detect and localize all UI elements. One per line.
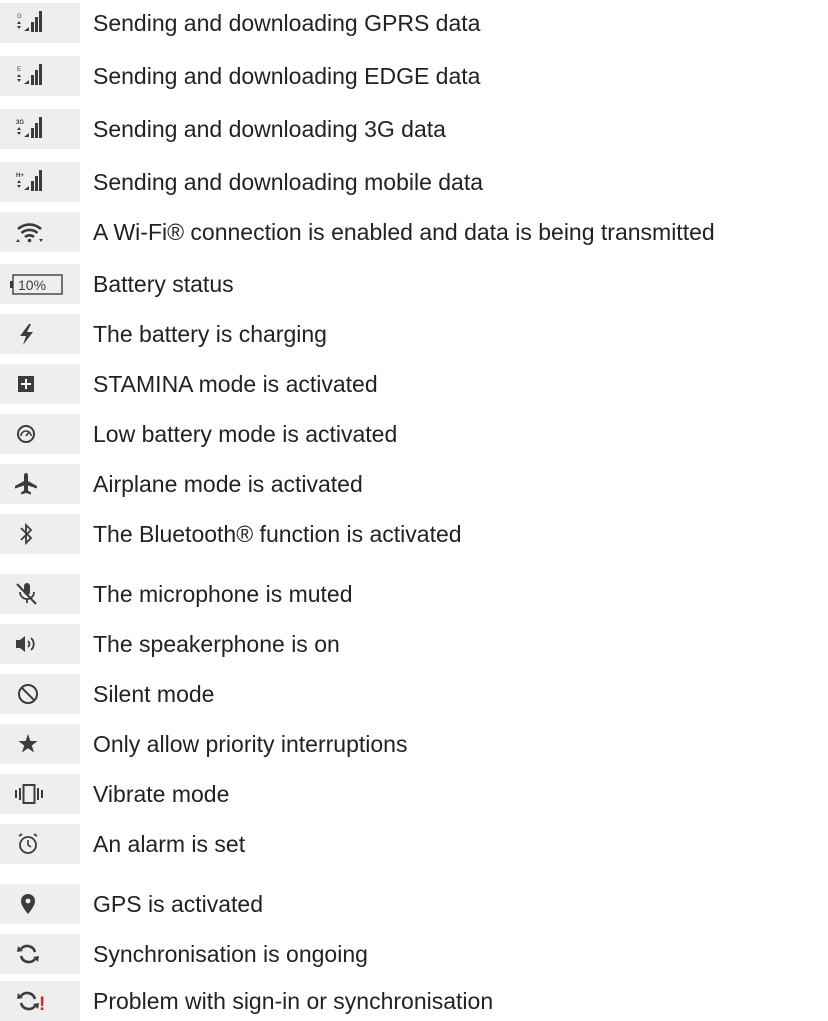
- gprs-signal-icon: G: [0, 3, 80, 43]
- list-item-label: Only allow priority interruptions: [93, 731, 408, 757]
- bluetooth-icon: [0, 514, 80, 554]
- list-item-label: Vibrate mode: [93, 781, 230, 807]
- list-item-label: Low battery mode is activated: [93, 421, 398, 447]
- list-item: The battery is charging: [0, 314, 828, 354]
- silent-mode-icon: [0, 674, 80, 714]
- list-item-label: The Bluetooth® function is activated: [93, 521, 462, 547]
- list-item-label: The speakerphone is on: [93, 631, 340, 657]
- list-item-label: Problem with sign-in or synchronisation: [93, 988, 494, 1014]
- list-item-label: Sending and downloading GPRS data: [93, 10, 481, 36]
- sync-icon: [0, 934, 80, 974]
- stamina-plus-icon: [0, 364, 80, 404]
- list-item: 10% Battery status: [0, 264, 828, 304]
- list-item: G Sending and downloading GPRS data: [0, 3, 828, 43]
- list-item: Only allow priority interruptions: [0, 724, 828, 764]
- list-item: GPS is activated: [0, 884, 828, 924]
- svg-text:H+: H+: [16, 173, 24, 179]
- list-item: Vibrate mode: [0, 774, 828, 814]
- list-item-label: The battery is charging: [93, 321, 327, 347]
- list-item: The microphone is muted: [0, 574, 828, 614]
- svg-text:10%: 10%: [18, 277, 46, 293]
- speakerphone-icon: [0, 624, 80, 664]
- vibrate-icon: [0, 774, 80, 814]
- list-item-label: Battery status: [93, 271, 234, 297]
- list-item: A Wi-Fi® connection is enabled and data …: [0, 212, 828, 252]
- wifi-data-icon: [0, 212, 80, 252]
- edge-signal-icon: E: [0, 56, 80, 96]
- alarm-clock-icon: [0, 824, 80, 864]
- list-item: Silent mode: [0, 674, 828, 714]
- list-item-label: The microphone is muted: [93, 581, 353, 607]
- list-item-label: Sending and downloading EDGE data: [93, 63, 481, 89]
- charging-bolt-icon: [0, 314, 80, 354]
- hplus-signal-icon: H+: [0, 162, 80, 202]
- 3g-signal-icon: 3G: [0, 109, 80, 149]
- airplane-icon: [0, 464, 80, 504]
- svg-text:3G: 3G: [16, 120, 24, 126]
- list-item: Low battery mode is activated: [0, 414, 828, 454]
- list-item: 3G Sending and downloading 3G data: [0, 109, 828, 149]
- list-item-label: Sending and downloading 3G data: [93, 116, 446, 142]
- sync-problem-icon: !: [0, 981, 80, 1021]
- list-item-label: STAMINA mode is activated: [93, 371, 378, 397]
- list-item: The speakerphone is on: [0, 624, 828, 664]
- list-item-label: Airplane mode is activated: [93, 471, 363, 497]
- svg-text:!: !: [39, 994, 45, 1015]
- microphone-muted-icon: [0, 574, 80, 614]
- list-item: ! Problem with sign-in or synchronisatio…: [0, 981, 828, 1021]
- list-item-label: Synchronisation is ongoing: [93, 941, 368, 967]
- list-item: Airplane mode is activated: [0, 464, 828, 504]
- list-item: Synchronisation is ongoing: [0, 934, 828, 974]
- list-item: The Bluetooth® function is activated: [0, 514, 828, 554]
- list-item: H+ Sending and downloading mobile data: [0, 162, 828, 202]
- low-battery-gauge-icon: [0, 414, 80, 454]
- list-item: An alarm is set: [0, 824, 828, 864]
- list-item-label: GPS is activated: [93, 891, 264, 917]
- list-item-label: An alarm is set: [93, 831, 246, 857]
- list-item-label: Sending and downloading mobile data: [93, 169, 484, 195]
- svg-text:G: G: [17, 14, 22, 20]
- list-item: E Sending and downloading EDGE data: [0, 56, 828, 96]
- list-item-label: A Wi-Fi® connection is enabled and data …: [93, 219, 715, 245]
- battery-icon: 10%: [0, 264, 80, 304]
- svg-text:E: E: [17, 67, 21, 73]
- gps-pin-icon: [0, 884, 80, 924]
- list-item-label: Silent mode: [93, 681, 215, 707]
- star-icon: [0, 724, 80, 764]
- list-item: STAMINA mode is activated: [0, 364, 828, 404]
